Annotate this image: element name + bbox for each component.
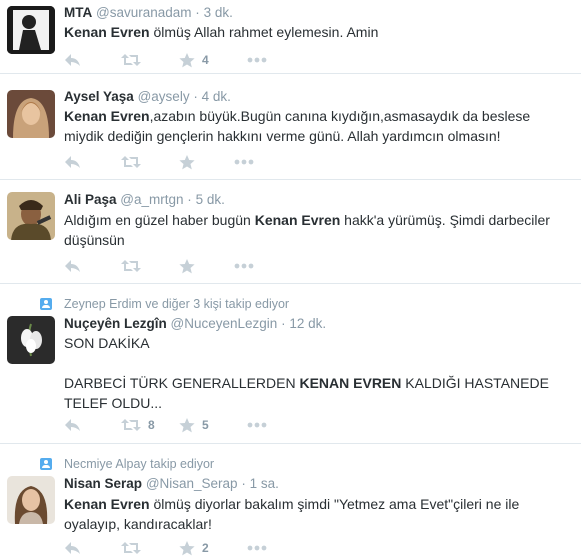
timestamp[interactable]: 1 sa. <box>250 476 279 491</box>
tweet-text-line: SON DAKİKA <box>64 335 150 351</box>
retweet-icon <box>121 156 141 168</box>
reply-button[interactable] <box>64 153 81 171</box>
reply-icon <box>65 260 80 272</box>
author-name[interactable]: Nuçeyên Lezgîn <box>64 316 167 331</box>
star-icon <box>179 540 195 555</box>
more-button[interactable] <box>247 51 267 69</box>
more-icon <box>234 263 254 269</box>
tweet[interactable]: Zeynep Erdim ve diğer 3 kişi takip ediyo… <box>0 284 581 444</box>
favorite-button[interactable]: 5 <box>179 416 209 434</box>
timestamp[interactable]: 12 dk. <box>289 316 326 331</box>
separator: · <box>281 316 286 331</box>
favorite-button[interactable]: 2 <box>179 539 209 557</box>
retweet-icon <box>121 542 141 554</box>
social-context[interactable]: Necmiye Alpay takip ediyor <box>40 457 214 471</box>
social-context[interactable]: Zeynep Erdim ve diğer 3 kişi takip ediyo… <box>40 297 289 311</box>
tweet-text-intro: DARBECİ TÜRK GENERALLERDEN <box>64 375 300 391</box>
star-icon <box>179 258 195 273</box>
author-handle[interactable]: @aysely <box>138 89 190 104</box>
star-icon <box>179 154 195 169</box>
tweet-text-line: DARBECİ TÜRK GENERALLERDEN KENAN EVREN K… <box>64 373 564 413</box>
retweet-button[interactable] <box>121 539 148 557</box>
star-icon <box>179 52 195 67</box>
highlight-text: Kenan Evren <box>64 108 150 124</box>
tweet-text-intro: Aldığım en güzel haber bugün <box>64 212 255 228</box>
avatar[interactable] <box>7 316 55 364</box>
favorite-button[interactable] <box>179 153 202 171</box>
highlight-text: Kenan Evren <box>254 212 341 228</box>
more-button[interactable] <box>234 153 254 171</box>
more-icon <box>247 422 267 428</box>
avatar[interactable] <box>7 6 55 54</box>
more-button[interactable] <box>234 257 254 275</box>
user-icon <box>40 298 52 310</box>
reply-button[interactable] <box>64 51 81 69</box>
author-handle[interactable]: @Nisan_Serap <box>146 476 238 491</box>
author-handle[interactable]: @NuceyenLezgin <box>171 316 278 331</box>
author-name[interactable]: Nisan Serap <box>64 476 142 491</box>
tweet-text: Aldığım en güzel haber bugün Kenan Evren… <box>64 210 564 250</box>
retweet-icon <box>121 260 141 272</box>
avatar[interactable] <box>7 192 55 240</box>
avatar[interactable] <box>7 476 55 524</box>
favorite-button[interactable] <box>179 257 202 275</box>
tweet-text: Kenan Evren ölmüş Allah rahmet eylemesin… <box>64 22 564 42</box>
tweet[interactable]: Aysel Yaşa @aysely · 4 dk. Kenan Evren,a… <box>0 74 581 180</box>
reply-icon <box>65 156 80 168</box>
social-context-text: Necmiye Alpay takip ediyor <box>64 457 215 471</box>
retweet-count: 8 <box>148 418 155 432</box>
reply-icon <box>65 419 80 431</box>
timestamp[interactable]: 5 dk. <box>196 192 225 207</box>
highlight-text: KENAN EVREN <box>299 375 402 391</box>
retweet-icon <box>121 54 141 66</box>
separator: · <box>241 476 246 491</box>
favorite-button[interactable]: 4 <box>179 51 209 69</box>
reply-icon <box>65 54 80 66</box>
retweet-button[interactable] <box>121 153 148 171</box>
star-icon <box>179 417 195 432</box>
author-name[interactable]: MTA <box>64 5 92 20</box>
tweet-text: Kenan Evren ölmüş diyorlar bakalım şimdi… <box>64 494 564 534</box>
more-icon <box>247 545 267 551</box>
more-button[interactable] <box>247 416 267 434</box>
author-name[interactable]: Ali Paşa <box>64 192 117 207</box>
author-name[interactable]: Aysel Yaşa <box>64 89 134 104</box>
author-handle[interactable]: @a_mrtgn <box>120 192 183 207</box>
tweet[interactable]: MTA @savuranadam · 3 dk. Kenan Evren ölm… <box>0 0 581 74</box>
separator: · <box>195 5 200 20</box>
user-icon <box>40 458 52 470</box>
avatar[interactable] <box>7 90 55 138</box>
author-handle[interactable]: @savuranadam <box>96 5 192 20</box>
more-icon <box>234 159 254 165</box>
timestamp[interactable]: 4 dk. <box>202 89 231 104</box>
tweet-text: Kenan Evren,azabın büyük.Bugün canına kı… <box>64 106 564 146</box>
favorite-count: 2 <box>202 541 209 555</box>
tweet-text-body: ölmüş Allah rahmet eylemesin. Amin <box>149 24 379 40</box>
reply-button[interactable] <box>64 257 81 275</box>
favorite-count: 4 <box>202 53 209 67</box>
timestamp[interactable]: 3 dk. <box>204 5 233 20</box>
highlight-text: Kenan Evren <box>64 24 150 40</box>
more-button[interactable] <box>247 539 267 557</box>
retweet-button[interactable] <box>121 257 148 275</box>
highlight-text: Kenan Evren <box>64 496 150 512</box>
retweet-button[interactable] <box>121 51 148 69</box>
tweet-text: SON DAKİKA DARBECİ TÜRK GENERALLERDEN KE… <box>64 333 564 413</box>
reply-button[interactable] <box>64 416 81 434</box>
tweet[interactable]: Necmiye Alpay takip ediyor Nisan Serap @… <box>0 444 581 559</box>
reply-button[interactable] <box>64 539 81 557</box>
separator: · <box>193 89 198 104</box>
tweet[interactable]: Ali Paşa @a_mrtgn · 5 dk. Aldığım en güz… <box>0 180 581 284</box>
retweet-icon <box>121 419 141 431</box>
favorite-count: 5 <box>202 418 209 432</box>
retweet-button[interactable]: 8 <box>121 416 155 434</box>
reply-icon <box>65 542 80 554</box>
separator: · <box>187 192 192 207</box>
more-icon <box>247 57 267 63</box>
social-context-text: Zeynep Erdim ve diğer 3 kişi takip ediyo… <box>64 297 290 311</box>
